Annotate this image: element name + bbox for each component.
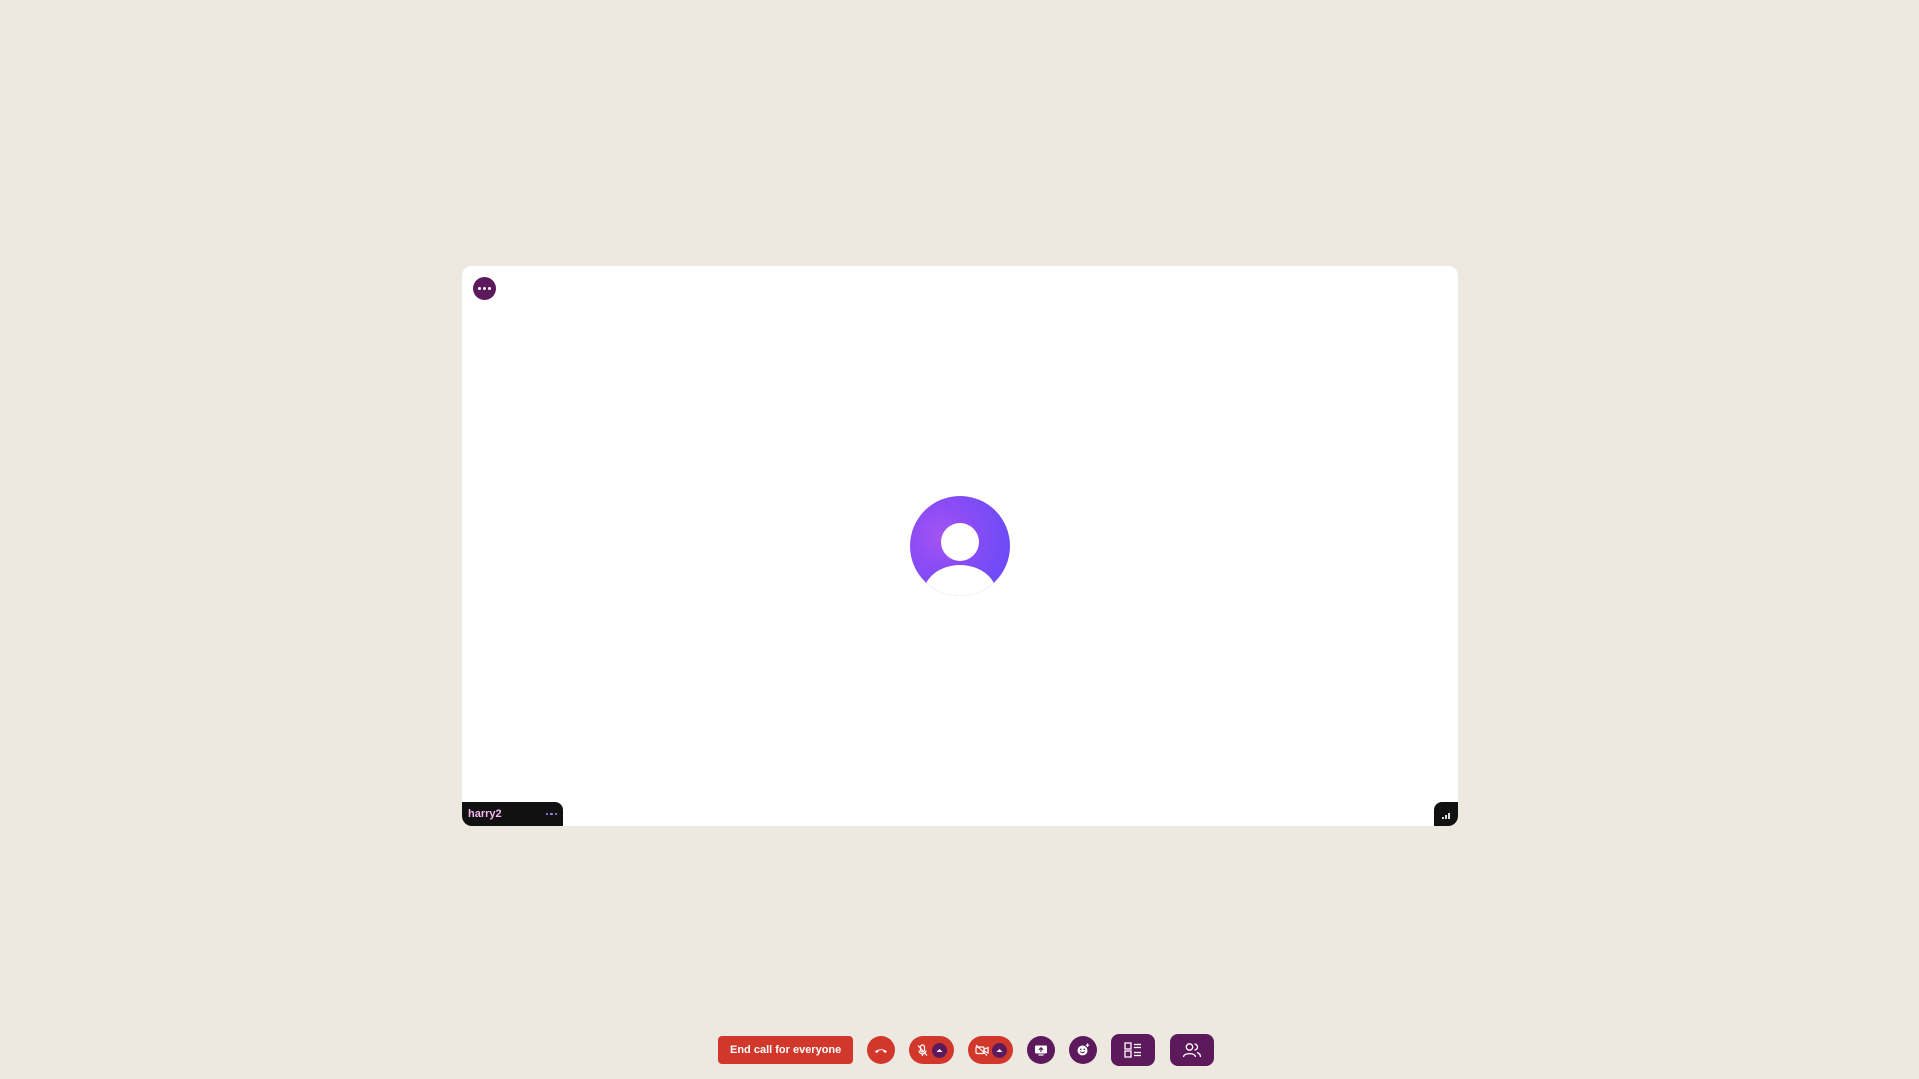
camera-options-button[interactable]	[991, 1042, 1007, 1058]
participant-name-tag: harry2	[462, 802, 563, 826]
phone-hangup-icon	[875, 1049, 888, 1053]
reactions-button[interactable]	[1069, 1036, 1098, 1064]
mic-off-icon	[917, 1043, 928, 1056]
call-toolbar: End call for everyone	[718, 1034, 1215, 1066]
leave-call-button[interactable]	[867, 1036, 896, 1064]
chevron-up-icon	[936, 1048, 943, 1052]
chevron-up-icon	[996, 1048, 1003, 1052]
camera-toggle-button[interactable]	[968, 1036, 1014, 1064]
call-stage: harry2 End call for everyone	[0, 0, 1919, 1079]
signal-bars-icon	[1434, 802, 1458, 826]
screen-share-icon	[1035, 1045, 1048, 1056]
layout-button[interactable]	[1111, 1034, 1156, 1066]
tile-options-button[interactable]	[473, 277, 496, 300]
microphone-options-button[interactable]	[932, 1042, 948, 1058]
more-horizontal-icon	[478, 287, 491, 290]
camera-off-icon	[975, 1044, 989, 1056]
user-avatar-icon	[910, 496, 1010, 596]
participants-button[interactable]	[1170, 1034, 1215, 1066]
layout-icon	[1124, 1042, 1142, 1058]
emoji-reaction-icon	[1077, 1043, 1090, 1056]
end-call-for-everyone-button[interactable]: End call for everyone	[718, 1036, 854, 1064]
participant-options-button[interactable]	[545, 812, 557, 816]
people-icon	[1183, 1043, 1202, 1058]
microphone-toggle-button[interactable]	[909, 1036, 955, 1064]
participant-video-tile: harry2	[462, 266, 1458, 826]
participant-name: harry2	[468, 808, 502, 820]
screen-share-button[interactable]	[1027, 1036, 1056, 1064]
